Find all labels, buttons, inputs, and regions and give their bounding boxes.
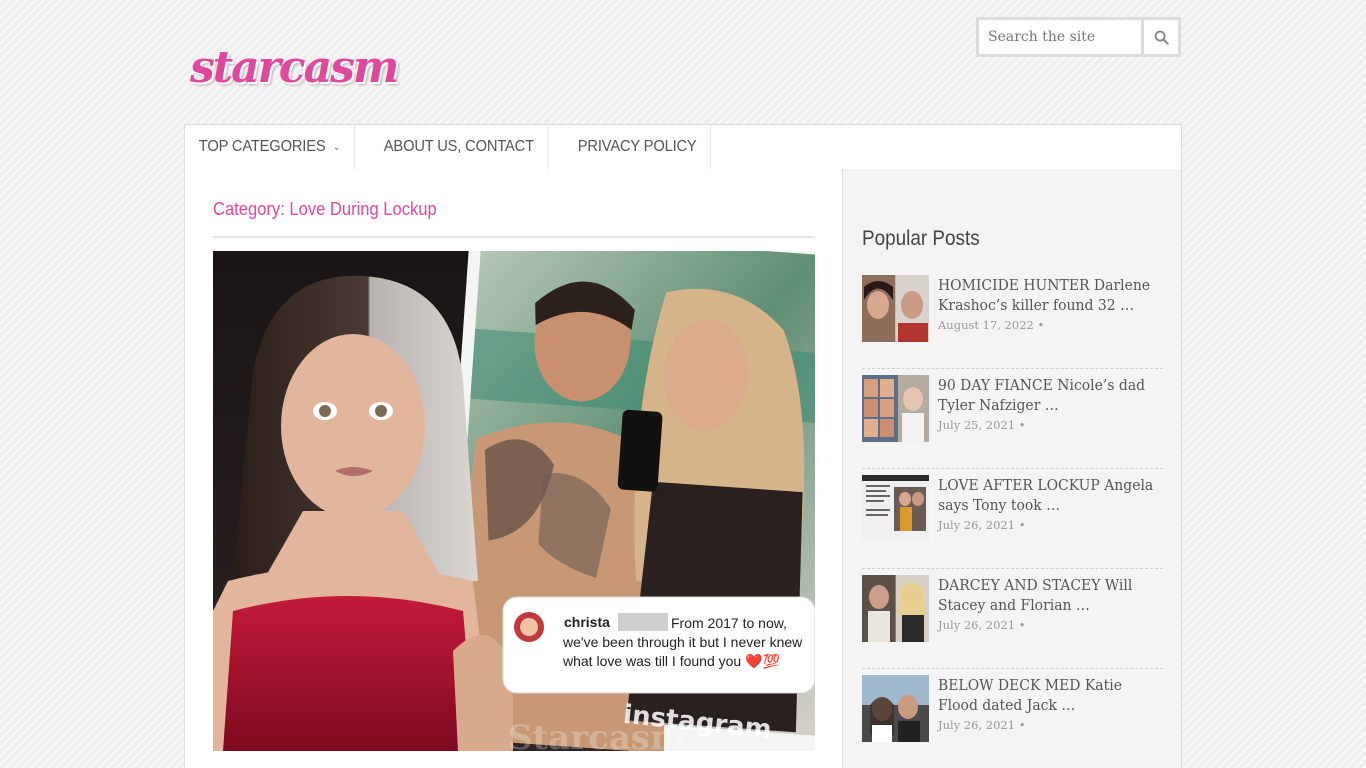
search-form — [976, 17, 1181, 57]
nav-label: ABOUT US, CONTACT — [383, 138, 534, 155]
site-watermark: Starcasm — [508, 718, 686, 751]
post-title[interactable]: HOMICIDE HUNTER Darlene Krashoc’s killer… — [938, 275, 1161, 315]
list-item[interactable]: LOVE AFTER LOCKUP Angela says Tony took … — [862, 469, 1163, 569]
post-date: August 17, 2022 • — [938, 318, 1045, 332]
comment-emoji: ❤️💯 — [745, 653, 780, 669]
post-title[interactable]: 90 DAY FIANCE Nicole’s dad Tyler Nafzige… — [938, 375, 1161, 415]
popular-posts-title: Popular Posts — [862, 227, 980, 250]
sidebar: Popular Posts HOMICIDE HUNTER Darlene Kr… — [842, 169, 1182, 768]
list-item[interactable]: 90 DAY FIANCE Nicole’s dad Tyler Nafzige… — [862, 369, 1163, 469]
search-icon — [1154, 30, 1169, 45]
post-thumbnail[interactable] — [862, 475, 929, 542]
post-date: July 26, 2021 • — [938, 518, 1026, 532]
main-nav: TOP CATEGORIES ⌄ ABOUT US, CONTACT PRIVA… — [184, 124, 1182, 170]
post-date: July 26, 2021 • — [938, 618, 1026, 632]
post-date: July 25, 2021 • — [938, 418, 1026, 432]
post-thumbnail[interactable] — [862, 575, 929, 642]
nav-label: PRIVACY POLICY — [577, 138, 697, 155]
post-title[interactable]: BELOW DECK MED Katie Flood dated Jack … — [938, 675, 1161, 715]
search-button[interactable] — [1141, 20, 1178, 54]
list-item[interactable]: BELOW DECK MED Katie Flood dated Jack … … — [862, 669, 1163, 768]
chevron-down-icon: ⌄ — [332, 141, 341, 153]
post-title[interactable]: LOVE AFTER LOCKUP Angela says Tony took … — [938, 475, 1161, 515]
post-title[interactable]: DARCEY AND STACEY Will Stacey and Floria… — [938, 575, 1161, 615]
post-thumbnail[interactable] — [862, 375, 929, 442]
list-item[interactable]: DARCEY AND STACEY Will Stacey and Floria… — [862, 569, 1163, 669]
post-thumbnail[interactable] — [862, 675, 929, 742]
nav-item-privacy-policy[interactable]: PRIVACY POLICY — [564, 125, 712, 169]
site-logo[interactable]: starcasm — [190, 40, 399, 96]
main-content: Category: Love During Lockup christa Fro… — [184, 169, 842, 768]
popular-posts-list: HOMICIDE HUNTER Darlene Krashoc’s killer… — [862, 269, 1163, 768]
title-divider — [213, 236, 815, 238]
nav-item-top-categories[interactable]: TOP CATEGORIES ⌄ — [185, 125, 356, 169]
list-item[interactable]: HOMICIDE HUNTER Darlene Krashoc’s killer… — [862, 269, 1163, 369]
featured-image-art: christa From 2017 to now, we've been thr… — [213, 251, 815, 751]
post-thumbnail[interactable] — [862, 275, 929, 342]
search-input[interactable] — [979, 20, 1141, 54]
nav-item-about-contact[interactable]: ABOUT US, CONTACT — [370, 125, 549, 169]
nav-label: TOP CATEGORIES — [198, 138, 326, 155]
post-date: July 26, 2021 • — [938, 718, 1026, 732]
page-title: Category: Love During Lockup — [213, 199, 437, 219]
featured-image[interactable]: christa From 2017 to now, we've been thr… — [213, 251, 815, 751]
